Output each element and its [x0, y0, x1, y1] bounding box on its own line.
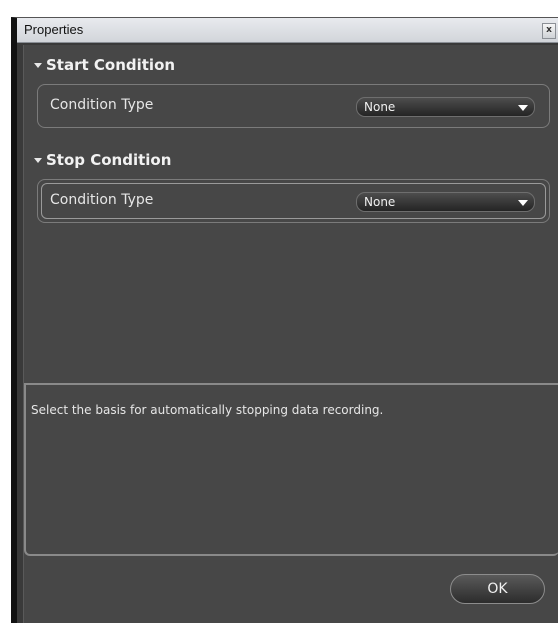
description-text: Select the basis for automatically stopp…: [31, 403, 384, 417]
title-bar[interactable]: Properties x: [17, 18, 558, 43]
triangle-down-icon: [34, 157, 42, 163]
stop-condition-type-value: None: [364, 195, 396, 209]
chevron-down-icon: [518, 200, 528, 206]
start-condition-header[interactable]: Start Condition: [34, 55, 175, 75]
start-condition-row: Condition Type None: [37, 84, 550, 128]
stop-condition-row: Condition Type None: [37, 179, 550, 223]
properties-dialog: Properties x Start Condition Condition T…: [11, 17, 558, 623]
close-icon: x: [546, 25, 552, 35]
stop-condition-type-dropdown[interactable]: None: [356, 192, 535, 212]
start-condition-type-value: None: [364, 100, 396, 114]
stop-condition-title: Stop Condition: [46, 151, 172, 169]
properties-panel: Start Condition Condition Type None Stop…: [23, 45, 558, 623]
start-condition-type-dropdown[interactable]: None: [356, 97, 535, 117]
stop-condition-header[interactable]: Stop Condition: [34, 150, 171, 170]
chevron-down-icon: [518, 105, 528, 111]
stop-condition-type-label: Condition Type: [50, 192, 154, 208]
ok-button[interactable]: OK: [450, 574, 545, 604]
close-button[interactable]: x: [542, 23, 556, 39]
start-condition-type-label: Condition Type: [50, 97, 154, 113]
window-title: Properties: [24, 22, 84, 37]
start-condition-title: Start Condition: [46, 56, 176, 74]
description-panel: Select the basis for automatically stopp…: [24, 383, 558, 556]
triangle-down-icon: [34, 62, 42, 68]
